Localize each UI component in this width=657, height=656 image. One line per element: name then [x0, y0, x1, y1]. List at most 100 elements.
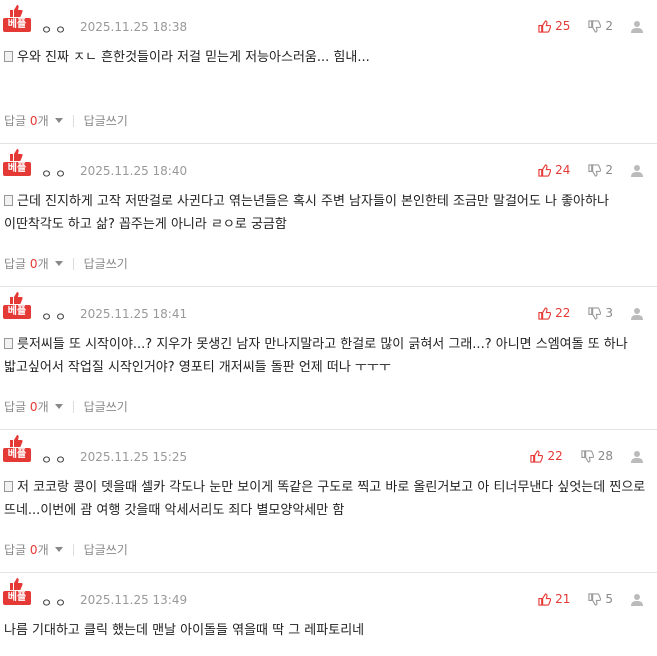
upvote-button[interactable]: 21 — [538, 592, 570, 606]
downvote-button[interactable]: 28 — [581, 449, 613, 463]
divider — [72, 543, 74, 556]
reply-suffix: 개 — [37, 114, 49, 128]
author-nickname[interactable]: ㅇㅇ — [41, 308, 69, 325]
document-icon — [4, 195, 13, 206]
comment-body: 우와 진짜 ㅈㄴ 흔한것들이라 저걸 믿는게 저능아스러움... 힘내... — [4, 46, 647, 69]
upvote-button[interactable]: 24 — [538, 163, 570, 177]
write-reply-link[interactable]: 답글쓰기 — [84, 541, 128, 558]
author-nickname[interactable]: ㅇㅇ — [41, 165, 69, 182]
report-button[interactable] — [613, 164, 643, 177]
comment-body: 릇저씨들 또 시작이야...? 지우가 못생긴 남자 만나지말라고 한걸로 많이… — [4, 333, 647, 379]
comment-text: 나름 기대하고 클릭 했는데 맨날 아이돌들 엮을때 딱 그 레파토리네 — [4, 623, 365, 638]
reply-toggle[interactable]: 답글 0개 — [4, 255, 49, 272]
downvote-count: 3 — [605, 306, 613, 320]
thumbs-down-icon — [588, 19, 602, 33]
thumbs-up-icon — [10, 435, 23, 447]
best-label: 베플 — [3, 18, 31, 32]
downvote-count: 28 — [597, 449, 613, 463]
upvote-button[interactable]: 22 — [530, 449, 563, 463]
downvote-button[interactable]: 2 — [588, 19, 613, 33]
best-badge: 베플 — [3, 4, 31, 32]
thumbs-down-icon — [588, 163, 602, 177]
upvote-count: 25 — [555, 19, 571, 33]
reply-label: 답글 — [4, 257, 27, 271]
comment-text: 근데 진지하게 고작 저딴걸로 사귄다고 엮는년들은 혹시 주변 남자들이 본인… — [4, 194, 609, 232]
divider — [72, 257, 74, 270]
thumbs-up-icon — [538, 306, 552, 320]
upvote-count: 21 — [555, 592, 571, 606]
thumbs-down-icon — [581, 449, 594, 463]
divider — [72, 400, 74, 413]
best-label: 베플 — [3, 591, 31, 605]
downvote-button[interactable]: 2 — [588, 163, 613, 177]
reply-suffix: 개 — [37, 400, 49, 414]
comment-item: 베플 ㅇㅇ 2025.11.25 13:49 21 5 나름 기대하고 클릭 했… — [0, 572, 657, 656]
author-nickname[interactable]: ㅇㅇ — [41, 21, 69, 38]
report-button[interactable] — [613, 20, 643, 33]
best-badge: 베플 — [3, 434, 31, 462]
chevron-down-icon[interactable] — [54, 118, 63, 123]
upvote-count: 22 — [547, 449, 563, 463]
document-icon — [4, 338, 13, 349]
report-button[interactable] — [613, 593, 643, 606]
comment-date: 2025.11.25 18:38 — [80, 20, 188, 34]
chevron-down-icon[interactable] — [54, 547, 63, 552]
thumbs-up-icon — [10, 149, 23, 161]
vote-area: 22 3 — [520, 306, 643, 320]
comment-text: 릇저씨들 또 시작이야...? 지우가 못생긴 남자 만나지말라고 한걸로 많이… — [4, 337, 628, 375]
chevron-down-icon[interactable] — [54, 404, 63, 409]
write-reply-link[interactable]: 답글쓰기 — [84, 398, 128, 415]
report-button[interactable] — [613, 307, 643, 320]
best-label: 베플 — [3, 162, 31, 176]
reply-count: 0 — [29, 114, 38, 128]
thumbs-up-icon — [10, 578, 23, 590]
chevron-down-icon[interactable] — [54, 261, 63, 266]
thumbs-up-icon — [530, 449, 544, 463]
downvote-button[interactable]: 3 — [588, 306, 613, 320]
upvote-button[interactable]: 25 — [538, 19, 570, 33]
comment-actions: 답글 0개 답글쓰기 — [4, 398, 128, 415]
thumbs-down-icon — [588, 592, 602, 606]
reply-toggle[interactable]: 답글 0개 — [4, 398, 49, 415]
best-badge: 베플 — [3, 577, 31, 605]
comment-text: 저 코코랑 콩이 뎃을때 셀카 각도나 눈만 보이게 똑같은 구도로 찍고 바로… — [4, 480, 646, 518]
upvote-count: 22 — [555, 306, 571, 320]
reply-count: 0 — [29, 400, 38, 414]
thumbs-up-icon — [538, 592, 552, 606]
upvote-button[interactable]: 22 — [538, 306, 570, 320]
author-nickname[interactable]: ㅇㅇ — [41, 594, 69, 611]
comment-date: 2025.11.25 18:41 — [80, 307, 188, 321]
write-reply-link[interactable]: 답글쓰기 — [84, 112, 128, 129]
reply-count: 0 — [29, 543, 38, 557]
best-comment-list: 베플 ㅇㅇ 2025.11.25 18:38 25 2 우와 진짜 ㅈㄴ 흔한것… — [0, 0, 657, 656]
reply-suffix: 개 — [37, 543, 49, 557]
comment-item: 베플 ㅇㅇ 2025.11.25 15:25 22 28 저 코코랑 콩이 뎃을… — [0, 429, 657, 572]
downvote-count: 5 — [605, 592, 613, 606]
comment-item: 베플 ㅇㅇ 2025.11.25 18:38 25 2 우와 진짜 ㅈㄴ 흔한것… — [0, 0, 657, 143]
comment-actions: 답글 0개 답글쓰기 — [4, 255, 128, 272]
reply-toggle[interactable]: 답글 0개 — [4, 112, 49, 129]
report-button[interactable] — [613, 450, 643, 463]
write-reply-link[interactable]: 답글쓰기 — [84, 255, 128, 272]
reply-label: 답글 — [4, 543, 27, 557]
comment-actions: 답글 0개 답글쓰기 — [4, 541, 128, 558]
vote-area: 25 2 — [520, 19, 643, 33]
best-label: 베플 — [3, 448, 31, 462]
thumbs-up-icon — [10, 5, 23, 17]
reply-label: 답글 — [4, 400, 27, 414]
best-badge: 베플 — [3, 148, 31, 176]
reply-toggle[interactable]: 답글 0개 — [4, 541, 49, 558]
reply-count: 0 — [29, 257, 38, 271]
best-label: 베플 — [3, 305, 31, 319]
comment-text: 우와 진짜 ㅈㄴ 흔한것들이라 저걸 믿는게 저능아스러움... 힘내... — [17, 50, 370, 65]
thumbs-up-icon — [538, 163, 552, 177]
author-nickname[interactable]: ㅇㅇ — [41, 451, 69, 468]
downvote-button[interactable]: 5 — [588, 592, 613, 606]
thumbs-down-icon — [588, 306, 602, 320]
comment-actions: 답글 0개 답글쓰기 — [4, 112, 128, 129]
report-user-icon — [631, 307, 643, 320]
downvote-count: 2 — [605, 163, 613, 177]
document-icon — [4, 481, 13, 492]
vote-area: 21 5 — [520, 592, 643, 606]
report-user-icon — [631, 164, 643, 177]
